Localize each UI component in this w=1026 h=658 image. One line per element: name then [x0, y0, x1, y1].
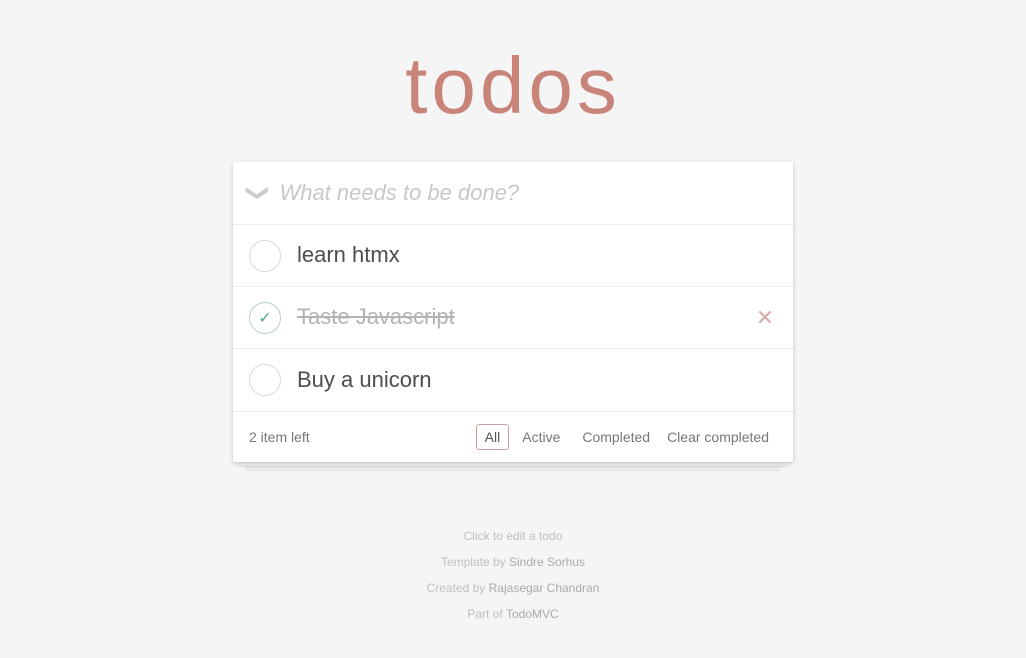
- app-title: todos: [405, 40, 621, 132]
- filter-all[interactable]: All: [476, 424, 510, 450]
- todo-list: learn htmx ✓ Taste Javascript ✕ Buy a un…: [233, 225, 793, 411]
- filter-active[interactable]: Active: [513, 424, 569, 450]
- template-credit: Template by Sindre Sorhus: [427, 550, 600, 574]
- template-author-link[interactable]: Sindre Sorhus: [509, 555, 585, 569]
- todo-item: learn htmx: [233, 225, 793, 287]
- todo-checkbox-2[interactable]: ✓: [249, 302, 281, 334]
- todo-checkbox-1[interactable]: [249, 240, 281, 272]
- filter-completed[interactable]: Completed: [573, 424, 659, 450]
- checkmark-icon: ✓: [258, 308, 271, 328]
- todo-item: Buy a unicorn: [233, 349, 793, 411]
- part-of: Part of TodoMVC: [427, 602, 600, 626]
- created-author-link[interactable]: Rajasegar Chandran: [489, 581, 600, 595]
- footer-info: Click to edit a todo Template by Sindre …: [427, 522, 600, 628]
- todo-text-1[interactable]: learn htmx: [297, 242, 777, 268]
- card: ❯ learn htmx ✓ Taste Javascript ✕ Buy a …: [233, 162, 793, 462]
- clear-completed-button[interactable]: Clear completed: [659, 425, 777, 449]
- new-todo-row: ❯: [233, 162, 793, 225]
- todo-footer: 2 item left All Active Completed Clear c…: [233, 411, 793, 462]
- todo-text-2[interactable]: Taste Javascript: [297, 304, 753, 330]
- todo-checkbox-3[interactable]: [249, 364, 281, 396]
- todo-item: ✓ Taste Javascript ✕: [233, 287, 793, 349]
- hint-text: Click to edit a todo: [427, 524, 600, 548]
- todo-app-card: ❯ learn htmx ✓ Taste Javascript ✕ Buy a …: [233, 162, 793, 462]
- items-left-count: 2 item left: [249, 429, 476, 445]
- new-todo-input[interactable]: [279, 162, 777, 224]
- filter-tabs: All Active Completed: [476, 424, 659, 450]
- todomvc-link[interactable]: TodoMVC: [506, 607, 559, 621]
- todo-delete-2[interactable]: ✕: [753, 306, 777, 330]
- created-credit: Created by Rajasegar Chandran: [427, 576, 600, 600]
- todo-text-3[interactable]: Buy a unicorn: [297, 367, 777, 393]
- toggle-all-icon[interactable]: ❯: [247, 184, 269, 202]
